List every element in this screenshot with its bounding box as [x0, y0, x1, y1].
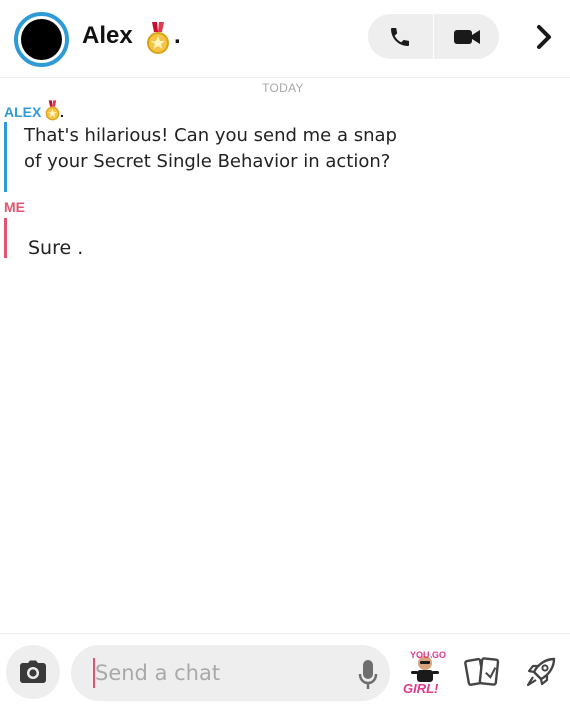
games-button[interactable] — [521, 652, 561, 692]
message-bar-me — [4, 218, 7, 258]
bitmoji-caption-top: YOU GO — [410, 650, 447, 660]
medal-icon — [45, 100, 60, 125]
sender-name: ALEX — [4, 104, 42, 120]
name-suffix: . — [174, 22, 181, 49]
message-text-me[interactable]: Sure . — [28, 235, 83, 261]
video-camera-icon — [454, 30, 480, 44]
bitmoji-caption-bottom: GIRL! — [403, 681, 439, 696]
voice-call-button[interactable] — [378, 20, 422, 54]
phone-icon — [391, 28, 409, 46]
message-bar-alex — [4, 122, 7, 192]
date-separator: TODAY — [262, 81, 304, 95]
rocket-icon — [526, 657, 556, 687]
contact-name[interactable]: Alex — [82, 22, 133, 50]
chat-input-placeholder[interactable]: Send a chat — [95, 661, 220, 685]
avatar-image — [21, 19, 62, 60]
sticker-cards-icon — [464, 657, 500, 686]
sender-label-me: ME — [4, 199, 25, 215]
divider — [433, 14, 434, 59]
camera-button[interactable] — [6, 645, 60, 699]
stickers-button[interactable] — [462, 652, 504, 692]
video-call-button[interactable] — [444, 20, 490, 54]
microphone-icon — [358, 660, 378, 689]
chat-header: Alex . — [0, 0, 570, 78]
sender-suffix: . — [60, 104, 64, 120]
forward-button[interactable] — [526, 18, 562, 56]
camera-icon — [20, 660, 46, 683]
bitmoji-sticker[interactable]: YOU GO GIRL! — [400, 647, 450, 699]
medal-icon — [146, 22, 170, 61]
voice-note-button[interactable] — [355, 658, 381, 692]
avatar[interactable] — [14, 12, 69, 67]
chevron-right-icon — [537, 25, 551, 49]
message-text-alex[interactable]: That's hilarious! Can you send me a snap… — [24, 123, 404, 175]
sender-label-alex: ALEX — [4, 100, 60, 121]
